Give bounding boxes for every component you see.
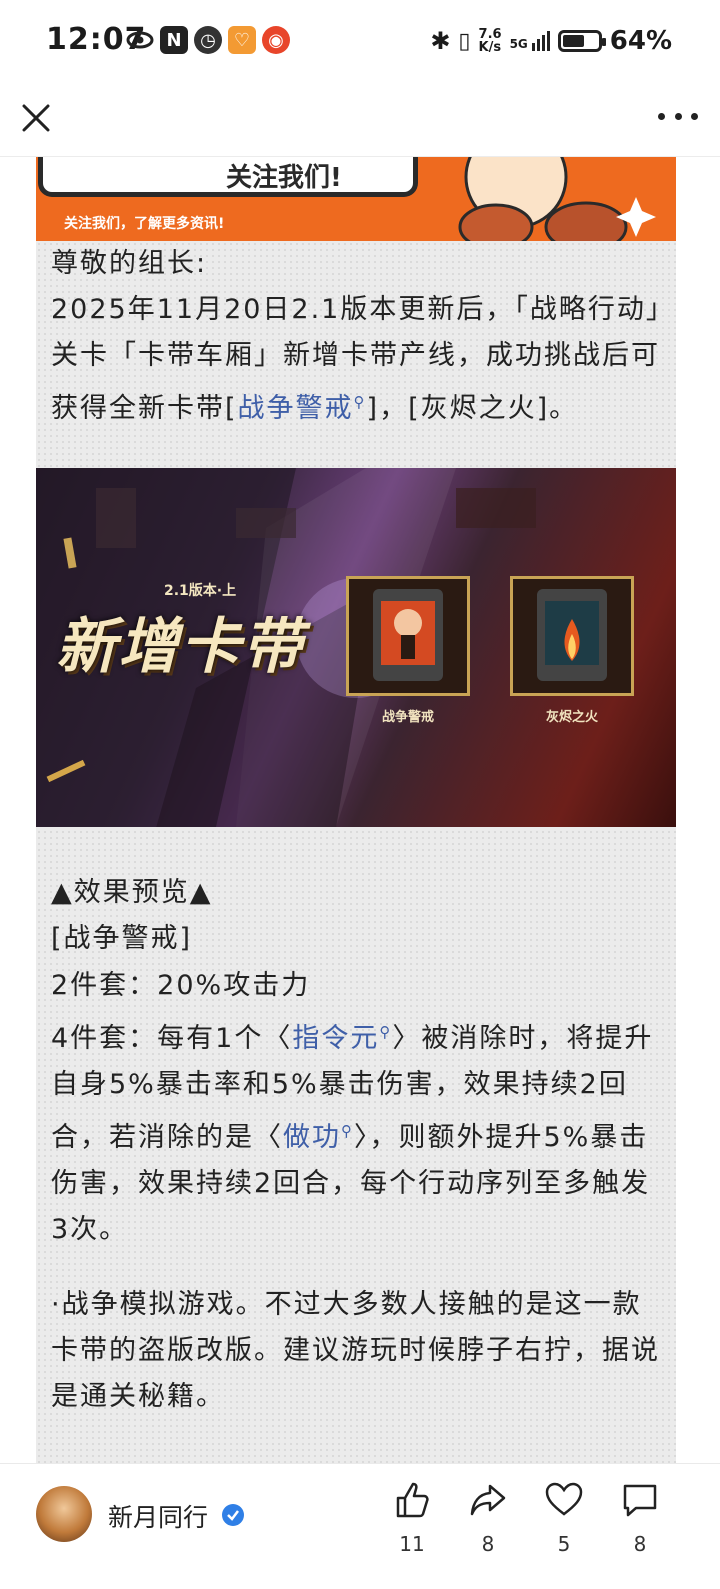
search-icon: ⚲ xyxy=(379,1023,393,1041)
favorite-button[interactable]: 5 xyxy=(534,1480,594,1556)
effects-set4: 4件套：每有1个〈指令元⚲〉被消除时，将提升自身5%暴击率和5%暴击伤害，效果持… xyxy=(51,1023,654,1245)
link-work[interactable]: 做功 xyxy=(283,1122,341,1153)
card-war-alert-label: 战争警戒 xyxy=(381,710,434,725)
close-button[interactable] xyxy=(18,100,54,136)
battery-percent: 64% xyxy=(609,26,672,56)
heart-icon xyxy=(545,1482,583,1516)
promo-title: 新增卡带 xyxy=(56,612,304,682)
cartridge-icon xyxy=(373,589,443,681)
like-count: 11 xyxy=(399,1532,425,1556)
alarm-icon: ◷ xyxy=(194,26,222,54)
card-ashen-fire xyxy=(510,576,634,696)
verified-icon xyxy=(222,1504,244,1526)
link-command-unit[interactable]: 指令元 xyxy=(292,1023,379,1054)
follow-banner: 关注我们! 关注我们，了解更多资讯! xyxy=(36,157,676,241)
promo-version: 2.1版本·上 xyxy=(164,583,237,599)
search-icon: ⚲ xyxy=(341,1122,354,1140)
greeting: 尊敬的组长: xyxy=(51,248,208,279)
intro-paragraph: 2025年11月20日2.1版本更新后，「战略行动」关卡「卡带车厢」新增卡带产线… xyxy=(51,294,662,424)
more-icon xyxy=(658,112,665,120)
avatar[interactable] xyxy=(36,1486,92,1542)
notification-icons: N ◷ ♡ ◉ xyxy=(126,26,290,54)
card-war-alert xyxy=(346,576,470,696)
like-button[interactable]: 11 xyxy=(382,1480,442,1556)
link-war-alert[interactable]: 战争警戒 xyxy=(238,393,354,424)
net-speed: 7.6 K/s xyxy=(478,27,502,55)
share-count: 8 xyxy=(481,1532,495,1556)
banner-subtitle: 关注我们，了解更多资讯! xyxy=(64,216,225,232)
share-button[interactable]: 8 xyxy=(458,1480,518,1556)
more-button[interactable] xyxy=(658,104,698,128)
promo-image[interactable]: 2.1版本·上 新增卡带 战争警戒 灰烬之火 xyxy=(36,468,676,827)
system-icons: ✱ ▯ 7.6 K/s 5G 64% xyxy=(430,26,672,56)
top-nav xyxy=(0,84,720,157)
bluetooth-icon: ✱ xyxy=(430,27,451,55)
mascot-illustration xyxy=(458,157,656,241)
search-icon: ⚲ xyxy=(353,393,367,411)
close-icon xyxy=(22,104,50,132)
comment-icon xyxy=(623,1484,657,1517)
effects-name: [战争警戒] xyxy=(51,923,193,954)
share-icon xyxy=(470,1484,506,1516)
author-name[interactable]: 新月同行 xyxy=(108,1498,208,1534)
shield-app-icon: ♡ xyxy=(228,26,256,54)
effects-heading: ▲效果预览▲ xyxy=(51,877,213,908)
weibo-icon: ◉ xyxy=(262,26,290,54)
signal-icon: 5G xyxy=(510,31,550,51)
favorite-count: 5 xyxy=(557,1532,571,1556)
bottom-bar: 新月同行 11 8 5 8 xyxy=(0,1463,720,1589)
thumbs-up-icon xyxy=(396,1482,429,1518)
comment-count: 8 xyxy=(633,1532,647,1556)
cartridge-icon xyxy=(537,589,607,681)
post-content[interactable]: 关注我们! 关注我们，了解更多资讯! 尊敬的组长: 2025年11月20日2.1… xyxy=(36,157,676,1463)
battery-icon xyxy=(557,30,606,52)
card-ashen-fire-label: 灰烬之火 xyxy=(545,710,598,725)
nfc-icon: N xyxy=(160,26,188,54)
status-bar: 12:07 N ◷ ♡ ◉ ✱ ▯ 7.6 K/s 5G 64% xyxy=(0,0,720,84)
vibrate-icon: ▯ xyxy=(458,28,471,54)
banner-title: 关注我们! xyxy=(226,163,342,193)
effects-note: ·战争模拟游戏。不过大多数人接触的是这一款卡带的盗版改版。建议游玩时候脖子右拧，… xyxy=(51,1289,660,1412)
comment-button[interactable]: 8 xyxy=(610,1480,670,1556)
effects-set2: 2件套：20%攻击力 xyxy=(51,970,311,1001)
eye-icon xyxy=(126,26,154,54)
